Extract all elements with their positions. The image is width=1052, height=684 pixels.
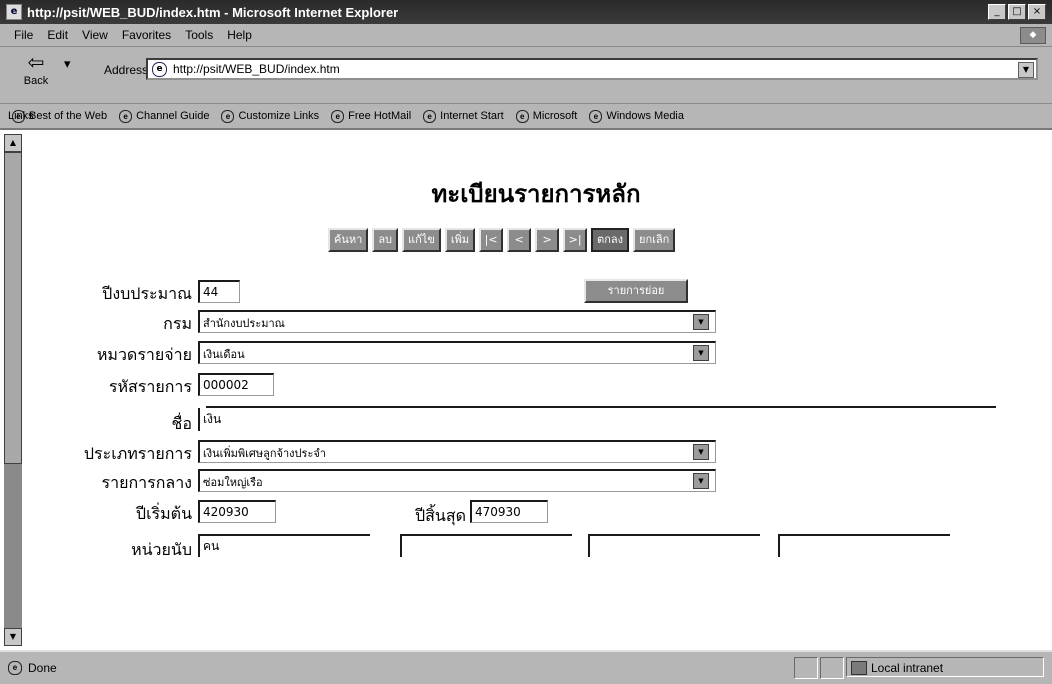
status-pane bbox=[820, 657, 844, 679]
expense-category-value: เงินเดือน bbox=[203, 348, 245, 361]
cancel-button[interactable]: ยกเลิก bbox=[633, 228, 676, 252]
back-label: Back bbox=[23, 75, 49, 87]
menu-edit[interactable]: Edit bbox=[47, 28, 68, 42]
window-titlebar: e http://psit/WEB_BUD/index.htm - Micros… bbox=[0, 0, 1052, 24]
end-year-input[interactable] bbox=[470, 500, 548, 523]
links-label: Links bbox=[8, 110, 34, 122]
record-toolbar: ค้นหา ลบ แก้ไข เพิ่ม |< < > >| ตกลง ยกเล… bbox=[328, 228, 676, 252]
address-label: Address bbox=[104, 63, 149, 77]
ie-page-icon: e bbox=[152, 61, 167, 77]
link-microsoft[interactable]: e Microsoft bbox=[515, 109, 577, 123]
link-internet-start[interactable]: e Internet Start bbox=[423, 109, 504, 123]
ie-status-icon: e bbox=[8, 661, 22, 675]
department-select[interactable]: สำนักงบประมาณ ▼ bbox=[198, 310, 716, 333]
scroll-thumb[interactable] bbox=[4, 152, 22, 464]
back-arrow-icon: ⇦ bbox=[27, 52, 45, 74]
dropdown-arrow-icon[interactable]: ▼ bbox=[693, 345, 709, 361]
central-item-select[interactable]: ซ่อมใหญ่เรือ ▼ bbox=[198, 469, 716, 492]
menu-file[interactable]: File bbox=[14, 28, 33, 42]
unit-label: หน่วยนับ bbox=[131, 540, 192, 559]
menu-favorites[interactable]: Favorites bbox=[122, 28, 171, 42]
minimize-button[interactable]: _ bbox=[988, 4, 1006, 20]
add-button[interactable]: เพิ่ม bbox=[444, 228, 476, 252]
end-year-label: ปีสิ้นสุด bbox=[414, 506, 466, 525]
search-button[interactable]: ค้นหา bbox=[328, 228, 369, 252]
item-type-select[interactable]: เงินเพิ่มพิเศษลูกจ้างประจำ ▼ bbox=[198, 440, 716, 463]
prev-record-button[interactable]: < bbox=[507, 228, 532, 252]
budget-year-input[interactable] bbox=[198, 280, 240, 303]
ie-link-icon: e bbox=[423, 109, 437, 123]
link-customize-links[interactable]: e Customize Links bbox=[221, 109, 319, 123]
expense-category-label: หมวดรายจ่าย bbox=[96, 345, 192, 364]
back-dropdown-icon[interactable]: ▾ bbox=[64, 57, 71, 72]
menu-view[interactable]: View bbox=[82, 28, 108, 42]
ie-link-icon: e bbox=[221, 109, 235, 123]
link-channel-guide[interactable]: e Channel Guide bbox=[119, 109, 209, 123]
zone-label: Local intranet bbox=[871, 661, 944, 675]
status-pane bbox=[794, 657, 818, 679]
address-input[interactable] bbox=[173, 62, 993, 76]
item-type-label: ประเภทรายการ bbox=[83, 444, 192, 463]
back-button[interactable]: ⇦ Back bbox=[10, 51, 62, 97]
dropdown-arrow-icon[interactable]: ▼ bbox=[693, 444, 709, 460]
links-bar: Links e Best of the Web e Channel Guide eC… bbox=[0, 104, 1052, 130]
ie-link-icon: e bbox=[119, 109, 133, 123]
expense-category-select[interactable]: เงินเดือน ▼ bbox=[198, 341, 716, 364]
ie-link-icon: e bbox=[589, 109, 603, 123]
last-record-button[interactable]: >| bbox=[563, 228, 588, 252]
status-text: e Done bbox=[8, 661, 57, 675]
unit-input[interactable] bbox=[198, 534, 370, 557]
link-free-hotmail[interactable]: e Free HotMail bbox=[331, 109, 411, 123]
vertical-scrollbar[interactable]: ▲ ▼ bbox=[4, 134, 22, 646]
security-zone: Local intranet bbox=[846, 657, 1044, 677]
ie-link-icon: e bbox=[331, 109, 345, 123]
department-label: กรม bbox=[163, 314, 192, 333]
scroll-down-icon[interactable]: ▼ bbox=[4, 628, 22, 646]
scroll-up-icon[interactable]: ▲ bbox=[4, 134, 22, 152]
ie-link-icon: e bbox=[515, 109, 529, 123]
budget-year-label: ปีงบประมาณ bbox=[102, 284, 192, 303]
central-item-label: รายการกลาง bbox=[101, 473, 192, 492]
name-input[interactable] bbox=[198, 408, 996, 431]
item-code-label: รหัสรายการ bbox=[108, 377, 192, 396]
item-code-input[interactable] bbox=[198, 373, 274, 396]
delete-button[interactable]: ลบ bbox=[372, 228, 399, 252]
unit-input-2[interactable] bbox=[400, 534, 572, 557]
next-record-button[interactable]: > bbox=[535, 228, 560, 252]
first-record-button[interactable]: |< bbox=[479, 228, 504, 252]
navigation-bar: ⇦ Back ▾ Address e ▼ bbox=[0, 47, 1052, 104]
status-bar: e Done Local intranet bbox=[0, 650, 1052, 684]
unit-input-4[interactable] bbox=[778, 534, 950, 557]
central-item-value: ซ่อมใหญ่เรือ bbox=[203, 476, 263, 489]
dropdown-arrow-icon[interactable]: ▼ bbox=[693, 473, 709, 489]
window-title: http://psit/WEB_BUD/index.htm - Microsof… bbox=[27, 4, 399, 20]
save-button[interactable]: ตกลง bbox=[591, 228, 630, 252]
start-year-input[interactable] bbox=[198, 500, 276, 523]
item-type-value: เงินเพิ่มพิเศษลูกจ้างประจำ bbox=[203, 447, 326, 460]
close-button[interactable]: × bbox=[1028, 4, 1046, 20]
detail-items-button[interactable]: รายการย่อย bbox=[584, 279, 688, 303]
windows-logo-icon: ◆ bbox=[1020, 27, 1046, 44]
address-field[interactable]: e ▼ bbox=[146, 58, 1038, 80]
intranet-zone-icon bbox=[851, 661, 867, 675]
status-label: Done bbox=[28, 661, 57, 675]
menu-help[interactable]: Help bbox=[227, 28, 252, 42]
edit-button[interactable]: แก้ไข bbox=[402, 228, 441, 252]
maximize-button[interactable]: □ bbox=[1008, 4, 1026, 20]
menu-bar: File Edit View Favorites Tools Help ◆ bbox=[0, 24, 1052, 47]
unit-input-3[interactable] bbox=[588, 534, 760, 557]
page-content: ทะเบียนรายการหลัก ค้นหา ลบ แก้ไข เพิ่ม |… bbox=[26, 130, 1046, 650]
dropdown-arrow-icon[interactable]: ▼ bbox=[693, 314, 709, 330]
start-year-label: ปีเริ่มต้น bbox=[135, 504, 192, 523]
ie-app-icon: e bbox=[6, 4, 22, 20]
department-value: สำนักงบประมาณ bbox=[203, 317, 285, 330]
name-label: ชื่อ bbox=[171, 414, 192, 433]
link-windows-media[interactable]: e Windows Media bbox=[589, 109, 684, 123]
form-title: ทะเบียนรายการหลัก bbox=[431, 180, 641, 208]
address-dropdown-icon[interactable]: ▼ bbox=[1018, 62, 1034, 78]
menu-tools[interactable]: Tools bbox=[185, 28, 213, 42]
